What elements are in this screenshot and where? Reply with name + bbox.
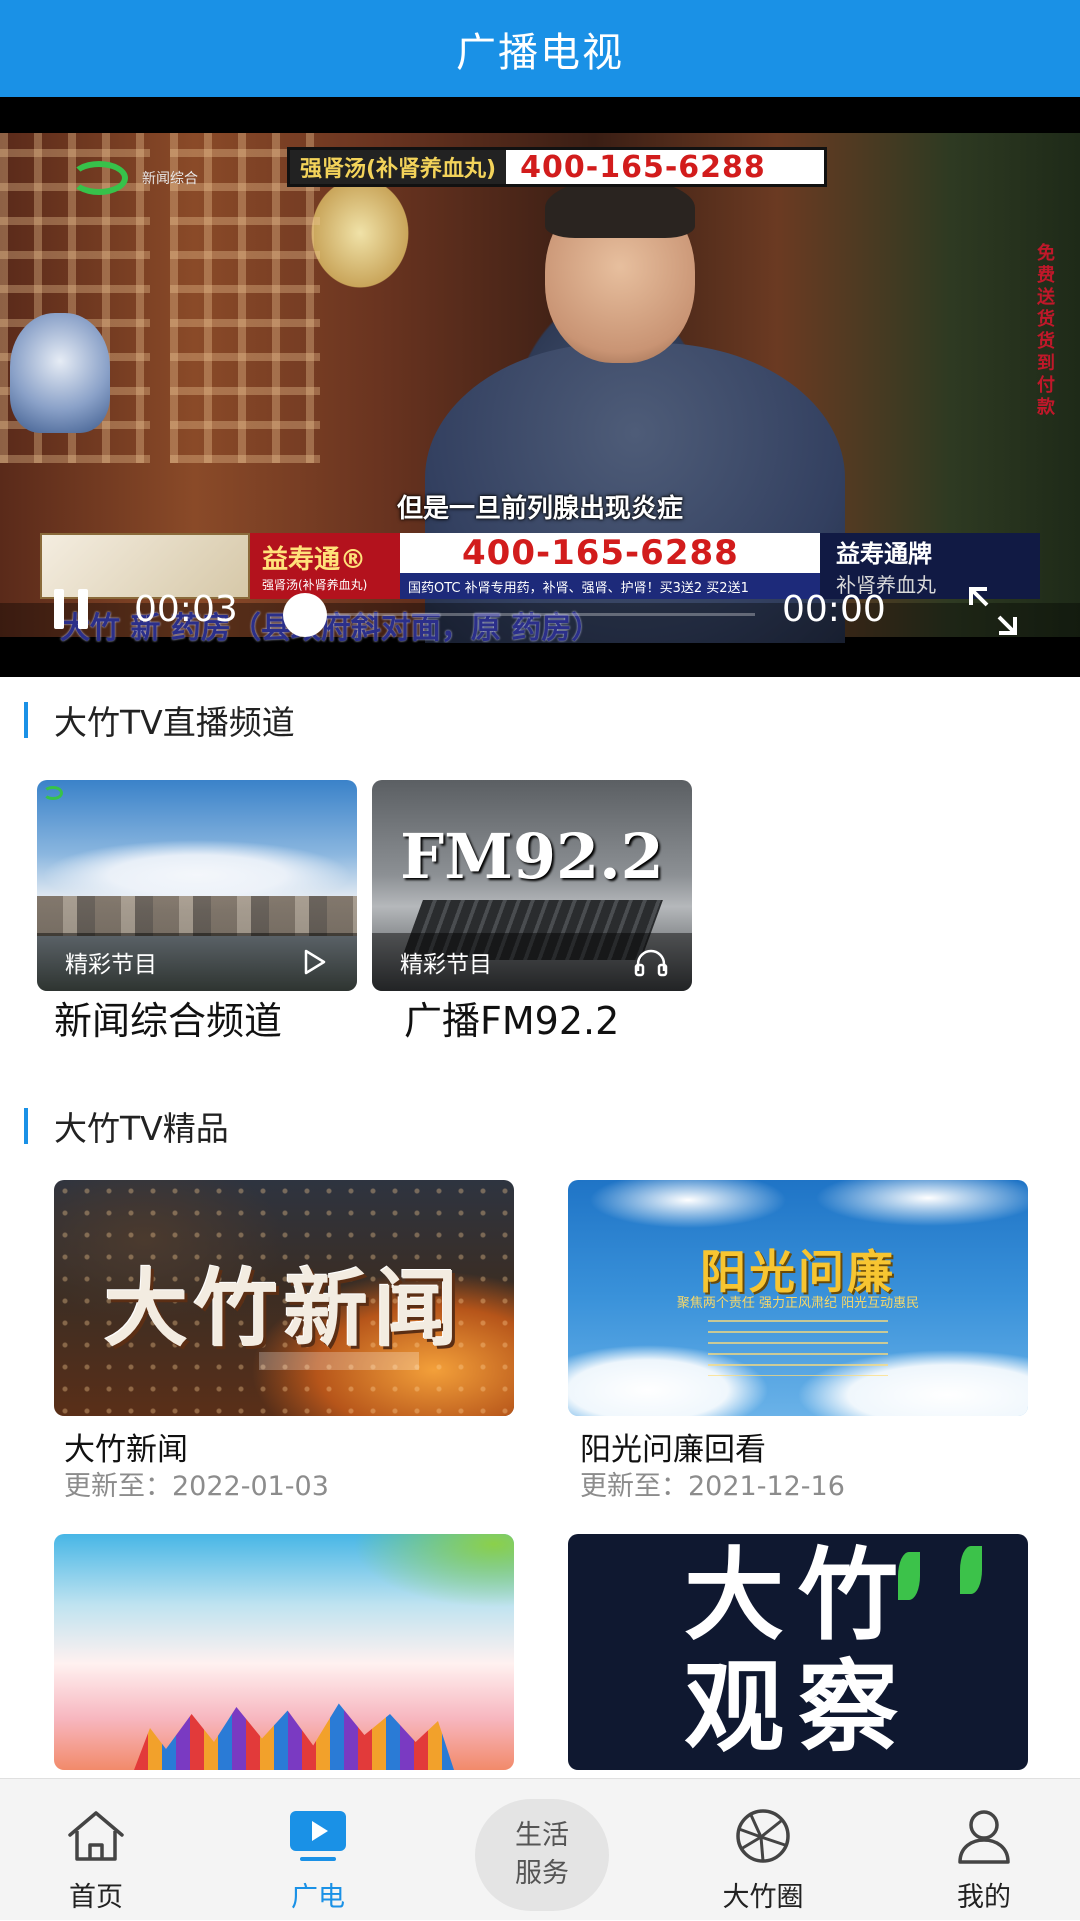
video-subtitle: 但是一旦前列腺出现炎症 bbox=[396, 494, 683, 524]
thumb-text-line-1: 大竹 bbox=[684, 1537, 912, 1654]
video-player[interactable]: 新闻综合 强肾汤(补肾养血丸) 400-165-6288 免费送货 货到付款 但… bbox=[0, 97, 1080, 677]
program-card-dazhu-news[interactable]: 大竹新闻 bbox=[54, 1180, 514, 1416]
program-card-dazhu-guancha[interactable]: 大竹 观察 bbox=[568, 1534, 1028, 1770]
player-controls: 00:03 00:00 bbox=[0, 575, 1080, 645]
nav-life-services[interactable]: 生活 服务 bbox=[475, 1799, 609, 1911]
channel-overlay-label: 精彩节目 bbox=[65, 952, 157, 978]
nav-label: 我的 bbox=[957, 1882, 1011, 1913]
boutique-section-header: 大竹TV精品 bbox=[24, 1102, 229, 1150]
leaf-decor bbox=[898, 1552, 920, 1600]
ad-right-title: 益寿通牌 bbox=[836, 540, 932, 568]
current-time: 00:03 bbox=[134, 589, 238, 630]
nav-label: 广电 bbox=[291, 1882, 345, 1913]
live-section-title: 大竹TV直播频道 bbox=[54, 703, 295, 742]
user-icon bbox=[952, 1807, 1016, 1865]
nav-label: 首页 bbox=[69, 1882, 123, 1913]
channel-logo: 新闻综合 bbox=[70, 161, 198, 195]
home-icon bbox=[64, 1807, 128, 1865]
nav-dazhu-circle[interactable]: 大竹圈 bbox=[683, 1779, 843, 1921]
channel-logo-text: 新闻综合 bbox=[142, 171, 198, 187]
channel-name[interactable]: 新闻综合频道 bbox=[54, 990, 282, 1045]
thumb-text-line-2: 观察 bbox=[684, 1649, 912, 1766]
ad-top-brand: 强肾汤(补肾养血丸) bbox=[290, 150, 507, 184]
program-thumbnail bbox=[54, 1534, 514, 1770]
program-card-colorful[interactable] bbox=[54, 1534, 514, 1770]
nav-profile[interactable]: 我的 bbox=[904, 1779, 1064, 1921]
program-thumbnail: 大竹 观察 bbox=[568, 1534, 1028, 1770]
channel-logo-icon bbox=[43, 786, 63, 800]
channel-overlay: 精彩节目 bbox=[37, 933, 357, 991]
thumb-subbar-decor bbox=[259, 1352, 419, 1370]
nav-label-line-1: 生活 bbox=[515, 1820, 569, 1851]
aperture-icon bbox=[731, 1807, 795, 1865]
ad-top-phone: 400-165-6288 bbox=[520, 149, 766, 185]
pause-button[interactable] bbox=[50, 587, 94, 631]
boutique-section-title: 大竹TV精品 bbox=[54, 1109, 229, 1148]
program-updated: 更新至：2022-01-03 bbox=[64, 1471, 329, 1502]
play-icon bbox=[299, 947, 329, 977]
crowd-silhouette-decor bbox=[134, 1703, 454, 1770]
section-accent-bar bbox=[24, 702, 28, 738]
bottom-nav: 首页 广电 生活 服务 大竹圈 我的 bbox=[0, 1778, 1080, 1920]
video-frame[interactable]: 新闻综合 强肾汤(补肾养血丸) 400-165-6288 免费送货 货到付款 但… bbox=[0, 133, 1080, 643]
program-thumb-text: 大竹新闻 bbox=[103, 1260, 464, 1358]
thumb-credits-decor bbox=[708, 1320, 888, 1376]
program-title[interactable]: 大竹新闻 bbox=[64, 1424, 188, 1469]
app-header: 广播电视 bbox=[0, 0, 1080, 97]
program-thumbnail: 大竹新闻 bbox=[54, 1180, 514, 1416]
program-updated: 更新至：2021-12-16 bbox=[580, 1471, 845, 1502]
program-thumb-text: 大竹 观察 bbox=[568, 1540, 1028, 1764]
seek-bar[interactable] bbox=[285, 613, 755, 616]
seek-thumb[interactable] bbox=[283, 593, 327, 637]
nav-broadcast[interactable]: 广电 bbox=[238, 1779, 398, 1921]
leaf-decor bbox=[960, 1546, 982, 1594]
ad-banner-top: 强肾汤(补肾养血丸) 400-165-6288 bbox=[287, 147, 827, 187]
program-thumb-slogan: 聚焦两个责任 强力正风肃纪 阳光互动惠民 bbox=[676, 1296, 920, 1311]
program-title[interactable]: 阳光问廉回看 bbox=[580, 1424, 766, 1469]
vase-decor bbox=[10, 313, 110, 433]
section-accent-bar bbox=[24, 1108, 28, 1144]
fullscreen-icon[interactable] bbox=[965, 583, 1021, 639]
channel-card-fm[interactable]: FM92.2 精彩节目 bbox=[372, 780, 692, 991]
channel-card-news[interactable]: 精彩节目 bbox=[37, 780, 357, 991]
nav-home[interactable]: 首页 bbox=[16, 1779, 176, 1921]
program-card-yangguang[interactable]: 阳光问廉 聚焦两个责任 强力正风肃纪 阳光互动惠民 bbox=[568, 1180, 1028, 1416]
page-title: 广播电视 bbox=[456, 29, 624, 76]
ad-brand: 益寿通® bbox=[262, 545, 367, 575]
ad-bottom-phone: 400-165-6288 bbox=[462, 533, 739, 573]
total-time: 00:00 bbox=[782, 589, 886, 630]
village-decor bbox=[37, 896, 357, 936]
ad-side-text: 免费送货 货到付款 bbox=[1037, 243, 1055, 418]
channel-overlay-label: 精彩节目 bbox=[400, 952, 492, 978]
program-thumbnail: 阳光问廉 聚焦两个责任 强力正风肃纪 阳光互动惠民 bbox=[568, 1180, 1028, 1416]
nav-label: 大竹圈 bbox=[722, 1882, 804, 1913]
channel-overlay: 精彩节目 bbox=[372, 933, 692, 991]
nav-label-line-2: 服务 bbox=[515, 1858, 569, 1889]
headphones-icon bbox=[634, 947, 668, 977]
channel-logo-icon bbox=[70, 161, 128, 195]
tv-play-icon bbox=[286, 1807, 350, 1865]
presenter-hair bbox=[545, 178, 695, 238]
channel-name[interactable]: 广播FM92.2 bbox=[404, 990, 619, 1045]
live-section-header: 大竹TV直播频道 bbox=[24, 696, 295, 744]
fm-thumb-text: FM92.2 bbox=[400, 820, 664, 893]
